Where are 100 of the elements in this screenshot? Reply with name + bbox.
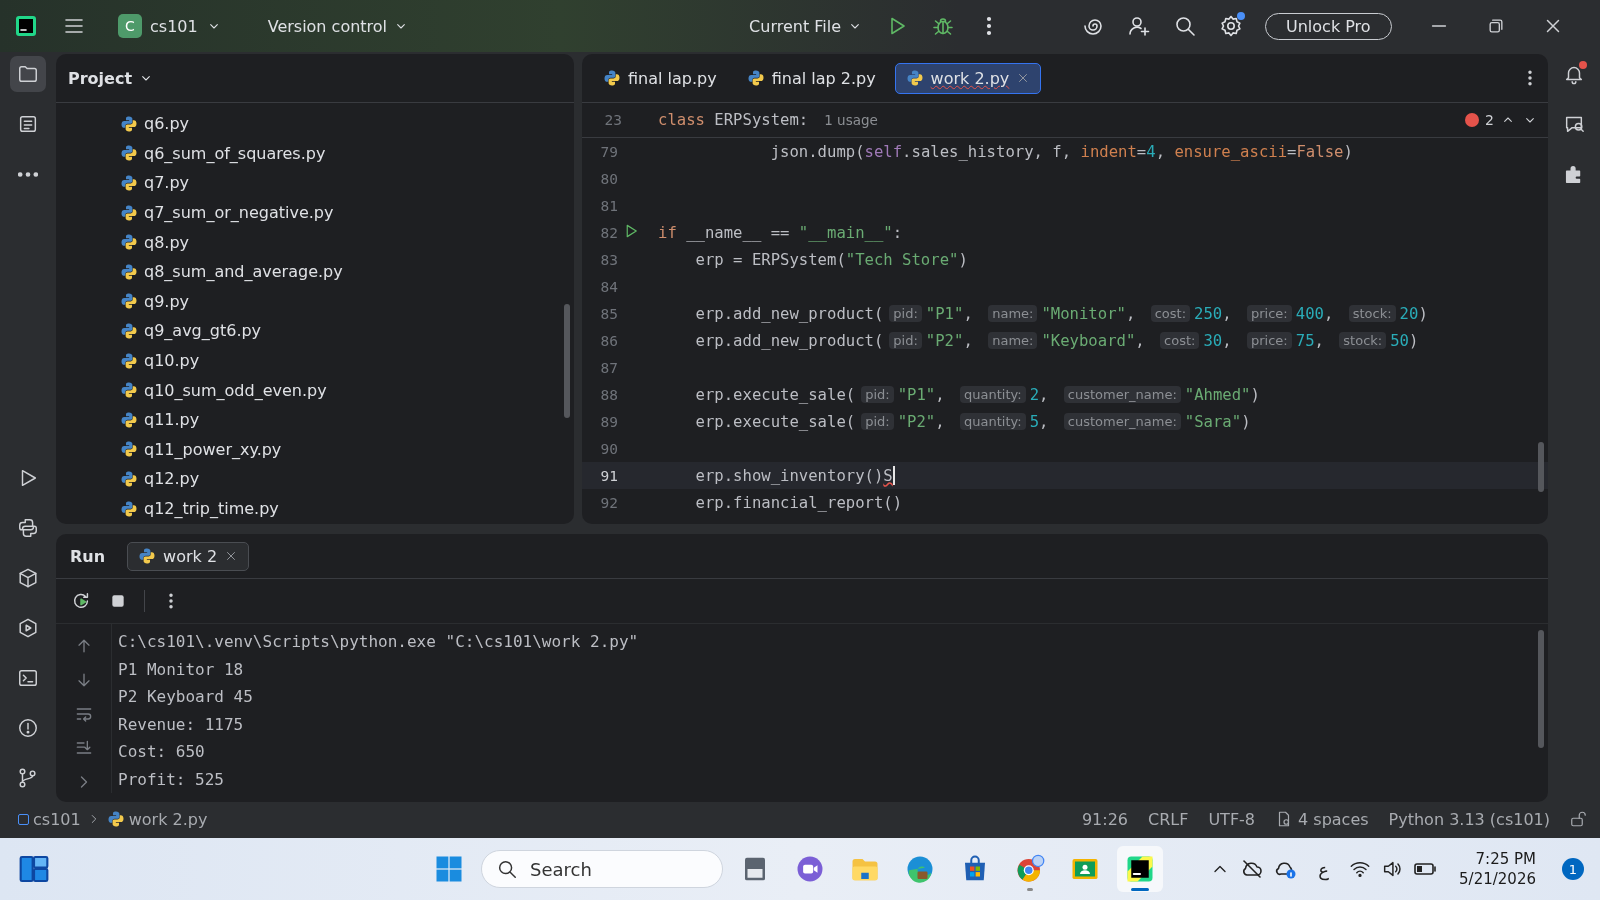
panel-title: Run [70,546,106,566]
line-number: 79 [599,143,619,160]
file-name[interactable]: q6.py [144,114,190,134]
code-text: 5, [1029,412,1050,431]
line-number: 81 [599,197,619,214]
language-indicator[interactable]: ع [1308,858,1340,880]
status-item[interactable]: 4 spaces [1275,809,1369,829]
line-number: 80 [599,170,619,187]
code-text: "P2", [925,331,974,350]
editor-tab[interactable]: work 2.py [894,62,1042,94]
code-text: 50) [1390,331,1419,350]
parameter-hint: pid: [889,332,922,349]
code-text: erp.add_new_product( [694,304,884,323]
line-number: 90 [599,440,619,457]
code-text: 75, [1295,331,1325,350]
code-text: 400, [1295,304,1335,323]
code-text: erp = ERPSystem("Tech Store") [694,250,968,269]
run-tab[interactable]: work 2 [127,541,250,571]
parameter-hint: quantity: [960,386,1026,403]
console-line: P2 Keyboard 45 [118,686,254,708]
line-number: 83 [599,251,619,268]
clock[interactable]: 7:25 PM 5/21/2026 [1453,848,1542,890]
line-number: 91 [599,467,619,484]
file-name[interactable]: q11_power_xy.py [144,439,282,459]
code-text: erp.execute_sale( [694,385,856,404]
code-text: 250, [1194,304,1233,323]
usage-count[interactable]: 1 usage [824,112,878,128]
code-text: "P1", [925,304,974,323]
parameter-hint: stock: [1348,305,1396,322]
file-name[interactable]: q9_avg_gt6.py [144,321,262,341]
code-text: if __name__ == "__main__": [658,223,903,242]
code-text: erp.financial_report() [694,493,903,512]
run-configuration-menu[interactable]: Current File [749,16,863,36]
code-text: "Keyboard", [1041,331,1146,350]
line-number: 86 [599,332,619,349]
parameter-hint: price: [1247,332,1292,349]
code-text: 20) [1399,304,1428,323]
status-item[interactable]: CRLF [1148,809,1189,829]
code-text: "Sara") [1184,412,1251,431]
parameter-hint: pid: [889,305,922,322]
console-line: Cost: 650 [118,741,206,763]
code-text: 30, [1203,331,1233,350]
breadcrumb-item[interactable]: cs101 [18,809,81,829]
code-text: json.dump(self.sales_history, f, indent=4, ensure_ascii=False) [769,142,1353,161]
parameter-hint: quantity: [960,413,1026,430]
file-name[interactable]: q10.py [144,351,200,371]
code-text: erp.add_new_product( [694,331,884,350]
console-line: C:\cs101\.venv\Scripts\python.exe "C:\cs101\work 2.py" [118,631,640,653]
error-count[interactable]: 2 [1485,112,1494,128]
parameter-hint: cost: [1150,305,1191,322]
code-text: "P2", [897,412,946,431]
panel-title-dropdown[interactable]: Project [68,68,155,88]
line-number: 23 [603,112,623,128]
parameter-hint: customer_name: [1063,386,1181,403]
code-text: 2, [1029,385,1050,404]
parameter-hint: price: [1247,305,1292,322]
parameter-hint: customer_name: [1063,413,1181,430]
line-number: 82 [599,224,619,241]
file-name[interactable]: q12_trip_time.py [144,499,279,518]
file-name[interactable]: q8_sum_and_average.py [144,262,343,282]
line-number: 92 [599,494,619,511]
code-text: "Ahmed") [1184,385,1260,404]
file-name[interactable]: q8.py [144,232,190,252]
console-line: Profit: 525 [118,768,225,791]
file-name[interactable]: q12.py [144,469,200,489]
line-number: 87 [599,359,619,376]
editor-tab[interactable]: final lap.py [592,62,728,94]
taskbar-search[interactable]: Search [481,850,723,888]
console-line: Revenue: 1175 [118,713,245,736]
line-number: 89 [599,413,619,430]
code-text: erp.execute_sale( [694,412,856,431]
status-item[interactable]: 91:26 [1081,809,1128,829]
code-text: "P1", [897,385,946,404]
file-name[interactable]: q10_sum_odd_even.py [144,380,327,400]
code-line: class ERPSystem: [658,111,809,129]
line-number: 85 [599,305,619,322]
code-text: erp.show_inventory()S [694,466,893,485]
line-number: 84 [599,278,619,295]
parameter-hint: stock: [1339,332,1387,349]
code-text: "Monitor", [1041,304,1137,323]
notification-badge[interactable]: 1 [1562,858,1584,880]
status-item[interactable]: Python 3.13 (cs101) [1388,809,1550,829]
file-name[interactable]: q9.py [144,291,190,311]
project-badge: C [118,14,142,38]
parameter-hint: pid: [861,386,894,403]
version-control-menu[interactable]: Version control [267,16,410,36]
parameter-hint: cost: [1160,332,1200,349]
line-number: 88 [599,386,619,403]
parameter-hint: pid: [861,413,894,430]
console-line: P1 Monitor 18 [118,658,245,681]
file-name[interactable]: q11.py [144,410,200,430]
parameter-hint: name: [988,305,1038,322]
breadcrumb-item[interactable]: work 2.py [106,809,208,829]
status-item[interactable]: UTF-8 [1208,809,1256,829]
file-name[interactable]: q6_sum_of_squares.py [144,143,326,163]
project-switcher[interactable]: C cs101 [112,13,228,39]
file-name[interactable]: q7.py [144,173,190,193]
file-name[interactable]: q7_sum_or_negative.py [144,203,334,223]
editor-tab[interactable]: final lap 2.py [735,62,887,94]
parameter-hint: name: [988,332,1038,349]
